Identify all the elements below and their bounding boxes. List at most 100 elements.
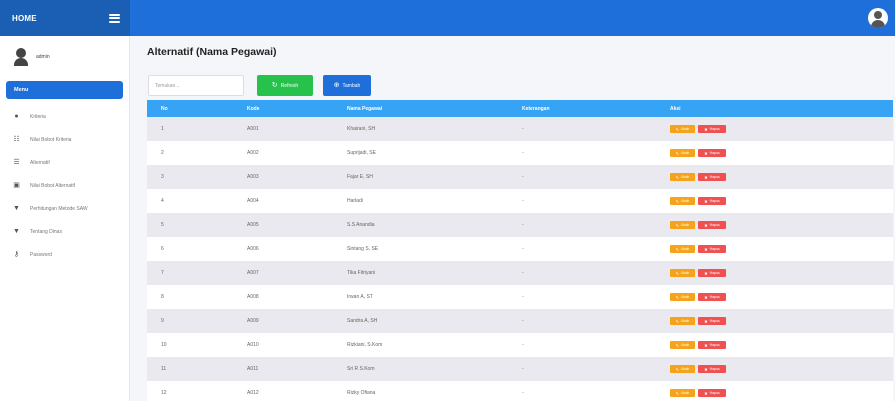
cell-no: 7 — [147, 261, 233, 285]
user-name: admin — [36, 54, 50, 60]
ubah-button[interactable]: ✎ Ubah — [670, 269, 695, 277]
cell-nama: Rizkiani, S.Kom — [333, 333, 508, 357]
ubah-label: Ubah — [680, 247, 690, 251]
cell-kode: A004 — [233, 189, 333, 213]
sidebar-item-label: Nilai Bobot Kriteria — [30, 136, 72, 143]
edit-icon: ✎ — [675, 198, 679, 204]
sidebar-item-nilai-bobot-kriteria[interactable]: ☷ Nilai Bobot Kriteria — [0, 128, 129, 151]
hapus-button[interactable]: ✖ Hapus — [698, 389, 726, 397]
sidebar-item-label: Alternatif — [30, 159, 50, 166]
ubah-button[interactable]: ✎ Ubah — [670, 173, 695, 181]
edit-icon: ✎ — [675, 222, 679, 228]
column-header-keterangan: Keterangan — [508, 100, 656, 117]
ubah-button[interactable]: ✎ Ubah — [670, 197, 695, 205]
ubah-button[interactable]: ✎ Ubah — [670, 317, 695, 325]
alternatif-table: No Kode Nama Pegawai Keterangan Aksi 1 A0… — [147, 100, 893, 401]
sidebar: admin Menu ● Kriteria ☷ Nilai Bobot Krit… — [0, 36, 130, 401]
cell-keterangan: - — [508, 357, 656, 381]
hapus-button[interactable]: ✖ Hapus — [698, 173, 726, 181]
trash-icon: ✖ — [704, 390, 708, 396]
ubah-button[interactable]: ✎ Ubah — [670, 365, 695, 373]
hamburger-menu-icon[interactable] — [109, 13, 120, 23]
table-row: 3 A003 Fajar E, SH - ✎ Ubah ✖ Hapus — [147, 165, 893, 189]
hapus-label: Hapus — [709, 271, 720, 275]
cell-aksi: ✎ Ubah ✖ Hapus — [656, 141, 893, 165]
cell-keterangan: - — [508, 333, 656, 357]
hapus-button[interactable]: ✖ Hapus — [698, 365, 726, 373]
ubah-label: Ubah — [680, 319, 690, 323]
sidebar-item-label: Perhitungan Metode SAW — [30, 205, 88, 212]
sidebar-item-tentang-dinas[interactable]: ▼ Tentang Dinas — [0, 220, 129, 243]
ubah-label: Ubah — [680, 367, 690, 371]
hapus-button[interactable]: ✖ Hapus — [698, 317, 726, 325]
user-panel: admin — [0, 36, 129, 78]
ubah-button[interactable]: ✎ Ubah — [670, 125, 695, 133]
sidebar-item-perhitungan[interactable]: ▼ Perhitungan Metode SAW — [0, 197, 129, 220]
table-row: 2 A002 Suprijadi, SE - ✎ Ubah ✖ Hapus — [147, 141, 893, 165]
cell-keterangan: - — [508, 165, 656, 189]
cell-kode: A003 — [233, 165, 333, 189]
hapus-label: Hapus — [709, 223, 720, 227]
trash-icon: ✖ — [704, 342, 708, 348]
cell-keterangan: - — [508, 285, 656, 309]
hapus-button[interactable]: ✖ Hapus — [698, 149, 726, 157]
ubah-button[interactable]: ✎ Ubah — [670, 389, 695, 397]
sidebar-item-password[interactable]: ⚷ Password — [0, 243, 129, 266]
tambah-label: Tambah — [342, 82, 361, 89]
column-header-nama: Nama Pegawai — [333, 100, 508, 117]
cell-nama: Sri R S.Kom — [333, 357, 508, 381]
hapus-label: Hapus — [709, 151, 720, 155]
ubah-label: Ubah — [680, 391, 690, 395]
hapus-label: Hapus — [709, 127, 720, 131]
brand-title[interactable]: HOME — [12, 14, 37, 23]
table-row: 7 A007 Tika Fitriyani - ✎ Ubah ✖ Hapus — [147, 261, 893, 285]
cell-no: 5 — [147, 213, 233, 237]
ubah-button[interactable]: ✎ Ubah — [670, 221, 695, 229]
trash-icon: ✖ — [704, 222, 708, 228]
hapus-button[interactable]: ✖ Hapus — [698, 341, 726, 349]
hapus-button[interactable]: ✖ Hapus — [698, 245, 726, 253]
cell-aksi: ✎ Ubah ✖ Hapus — [656, 165, 893, 189]
table-row: 5 A005 S.S Anandia - ✎ Ubah ✖ Hapus — [147, 213, 893, 237]
cell-no: 12 — [147, 381, 233, 401]
hapus-label: Hapus — [709, 391, 720, 395]
ubah-button[interactable]: ✎ Ubah — [670, 245, 695, 253]
hapus-button[interactable]: ✖ Hapus — [698, 221, 726, 229]
table-icon: ☷ — [13, 136, 20, 143]
trash-icon: ✖ — [704, 366, 708, 372]
hapus-button[interactable]: ✖ Hapus — [698, 125, 726, 133]
ubah-label: Ubah — [680, 199, 690, 203]
sidebar-item-kriteria[interactable]: ● Kriteria — [0, 105, 129, 128]
edit-icon: ✎ — [675, 270, 679, 276]
cell-no: 8 — [147, 285, 233, 309]
hapus-button[interactable]: ✖ Hapus — [698, 269, 726, 277]
cell-kode: A011 — [233, 357, 333, 381]
table-header-row: No Kode Nama Pegawai Keterangan Aksi — [147, 100, 893, 117]
tambah-button[interactable]: ⊕ Tambah — [323, 75, 371, 96]
cell-aksi: ✎ Ubah ✖ Hapus — [656, 285, 893, 309]
sidebar-item-alternatif[interactable]: ☰ Alternatif — [0, 151, 129, 174]
ubah-button[interactable]: ✎ Ubah — [670, 149, 695, 157]
refresh-label: Refresh — [280, 82, 299, 89]
cell-kode: A006 — [233, 237, 333, 261]
search-input[interactable] — [148, 75, 244, 96]
ubah-button[interactable]: ✎ Ubah — [670, 293, 695, 301]
table-body: 1 A001 Khairani, SH - ✎ Ubah ✖ Hapus 2 A002 Supri… — [147, 117, 893, 401]
cell-kode: A009 — [233, 309, 333, 333]
cell-nama: Harladi — [333, 189, 508, 213]
edit-icon: ▣ — [13, 182, 20, 189]
user-avatar-icon[interactable] — [868, 8, 888, 28]
hapus-button[interactable]: ✖ Hapus — [698, 197, 726, 205]
cell-keterangan: - — [508, 261, 656, 285]
hapus-button[interactable]: ✖ Hapus — [698, 293, 726, 301]
ubah-button[interactable]: ✎ Ubah — [670, 341, 695, 349]
sidebar-item-label: Kriteria — [30, 113, 46, 120]
hapus-label: Hapus — [709, 367, 720, 371]
cell-kode: A002 — [233, 141, 333, 165]
table-row: 9 A009 Sandra A, SH - ✎ Ubah ✖ Hapus — [147, 309, 893, 333]
refresh-button[interactable]: ↻ Refresh — [257, 75, 313, 96]
cell-kode: A012 — [233, 381, 333, 401]
cell-aksi: ✎ Ubah ✖ Hapus — [656, 357, 893, 381]
menu-header: Menu — [6, 81, 123, 99]
sidebar-item-nilai-bobot-alternatif[interactable]: ▣ Nilai Bobot Alternatif — [0, 174, 129, 197]
